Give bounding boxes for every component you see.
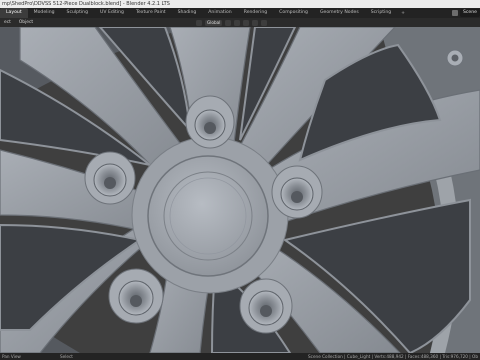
pivot-icon[interactable] (225, 19, 232, 26)
snap-icon[interactable] (234, 19, 241, 26)
lug-hole-left (84, 151, 136, 205)
viewport-header: ect Object Global (0, 18, 480, 27)
orientation-dropdown[interactable]: Global (205, 19, 223, 26)
window-title: mp\ShedPro\DDVSS 512-Piece Dualblock.ble… (2, 1, 170, 7)
workspace-tab-compositing[interactable]: Compositing (273, 8, 314, 18)
scene-statistics: Scene Collection | Cube_Light | Verts:48… (308, 354, 478, 359)
status-hint-pan: Pan View (2, 354, 21, 359)
workspace-tab-animation[interactable]: Animation (202, 8, 237, 18)
add-workspace-button[interactable]: + (397, 11, 409, 16)
menu-select[interactable]: ect (0, 18, 15, 27)
workspace-tab-geometry-nodes[interactable]: Geometry Nodes (314, 8, 365, 18)
lug-hole-bottom-right (239, 278, 293, 334)
orientation-icon[interactable] (196, 19, 202, 26)
workspace-tab-modeling[interactable]: Modeling (28, 8, 61, 18)
lug-hole-right (271, 165, 323, 219)
workspace-tab-texture-paint[interactable]: Texture Paint (130, 8, 172, 18)
wheel-render (0, 27, 480, 353)
proportional-edit-icon[interactable] (252, 19, 259, 26)
workspace-tab-scripting[interactable]: Scripting (365, 8, 397, 18)
menu-object[interactable]: Object (15, 18, 37, 27)
scene-name[interactable]: Scene (459, 9, 480, 17)
3d-viewport[interactable] (0, 27, 480, 353)
scene-icon (451, 10, 458, 16)
workspace-tab-sculpting[interactable]: Sculpting (61, 8, 94, 18)
lug-hole-bottom-left (108, 268, 164, 324)
center-cap (147, 155, 269, 277)
snap-target-icon[interactable] (243, 19, 250, 26)
valve-stem (446, 49, 464, 67)
workspace-tab-shading[interactable]: Shading (172, 8, 203, 18)
transform-tools: Global (196, 18, 268, 27)
workspace-tab-bar: Layout Modeling Sculpting UV Editing Tex… (0, 8, 480, 18)
status-hint-select: Select (60, 354, 73, 359)
lug-hole-top (185, 95, 235, 149)
scene-selector[interactable]: Scene (451, 9, 480, 17)
workspace-tab-layout[interactable]: Layout (0, 8, 28, 18)
status-bar: Pan View Select Scene Collection | Cube_… (0, 353, 480, 360)
window-title-bar: mp\ShedPro\DDVSS 512-Piece Dualblock.ble… (0, 0, 480, 8)
workspace-tab-uv-editing[interactable]: UV Editing (94, 8, 130, 18)
workspace-tab-rendering[interactable]: Rendering (238, 8, 273, 18)
falloff-icon[interactable] (261, 19, 268, 26)
